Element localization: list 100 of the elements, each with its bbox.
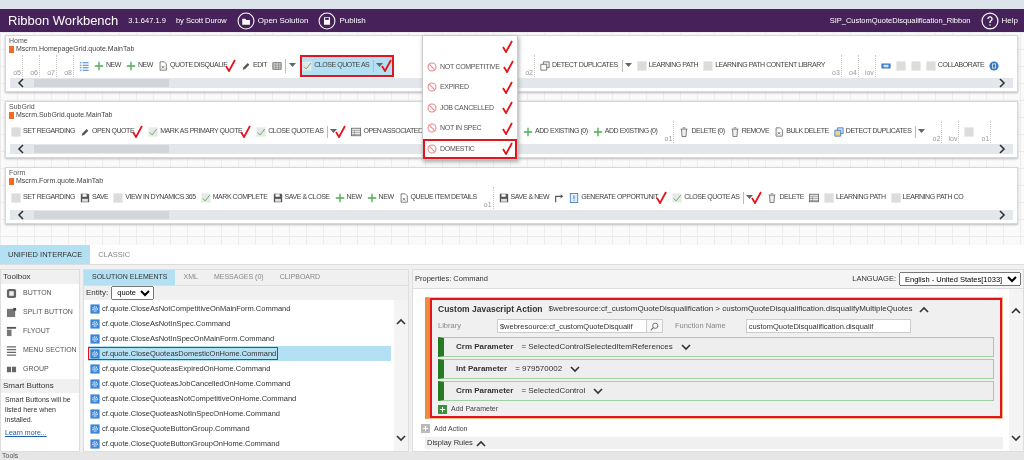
flyout-shape-icon [6, 326, 17, 337]
scroll-left-icon[interactable] [16, 78, 26, 88]
lines-icon [6, 345, 17, 356]
document-icon [157, 60, 168, 71]
checkmark-icon [148, 126, 159, 137]
caret-down-icon [289, 63, 297, 68]
chevron-down-icon[interactable] [593, 386, 604, 396]
action-summary: $webresource:cf_customQuoteDisqualification > customQuoteDisqualification.disqualifyMultipleQuotes [548, 303, 913, 315]
plus-icon [523, 126, 533, 137]
scroll-up-icon[interactable] [1011, 305, 1021, 315]
prohibited-icon [427, 82, 437, 93]
floppy-icon [80, 192, 90, 203]
scroll-left-icon[interactable] [16, 144, 26, 154]
document-icon [774, 126, 785, 137]
toolbar-button[interactable]: Publish [318, 11, 366, 30]
corner-arrow-icon [554, 192, 565, 203]
square-icon [11, 192, 21, 203]
help-icon [980, 11, 999, 30]
search-icon [649, 321, 659, 331]
button-shape-icon [6, 288, 17, 299]
pencil-icon [241, 60, 251, 71]
plus-square-icon [421, 424, 430, 434]
plus-icon [334, 192, 345, 203]
gear-icon [90, 408, 100, 419]
scroll-right-icon[interactable] [997, 144, 1007, 154]
square-icon [824, 192, 834, 203]
scroll-thumb[interactable] [34, 211, 169, 219]
trash-icon [729, 126, 740, 137]
scroll-right-icon[interactable] [997, 210, 1007, 220]
parameter-value: = SelectedControl [521, 385, 586, 397]
scroll-thumb[interactable] [34, 79, 169, 87]
split-button-shape-icon [6, 307, 17, 318]
gear-icon [90, 438, 100, 449]
parameter-type: Crm Parameter [456, 385, 514, 397]
plus-square-icon [438, 404, 447, 414]
plus-icon [126, 60, 136, 71]
checkmark-icon [672, 192, 683, 203]
scroll-up-icon[interactable] [396, 316, 406, 326]
square-icon [636, 60, 647, 71]
folder-icon [236, 11, 255, 30]
parameter-value: = 979570002 [515, 363, 563, 375]
trash-icon [767, 192, 778, 203]
app-title: Ribbon Workbench [8, 14, 119, 27]
prohibited-icon [427, 61, 437, 72]
prohibited-icon [427, 143, 437, 154]
chevron-down-icon[interactable] [680, 342, 691, 352]
gear-icon [90, 348, 100, 359]
circle-icon [989, 60, 1000, 71]
tab-color-icon [9, 45, 14, 53]
check-annotation-icon [502, 142, 513, 156]
gear-icon [90, 378, 100, 389]
panel-title: Toolbox [1, 270, 79, 284]
grid-icon [272, 60, 283, 71]
action-title: Custom Javascript Action [438, 302, 543, 316]
floppy-icon [498, 192, 509, 203]
gear-icon [90, 423, 100, 434]
table-icon [809, 192, 819, 203]
gear-icon [90, 318, 100, 329]
square-icon [703, 60, 714, 71]
parameter-type: Crm Parameter [456, 341, 514, 353]
check-annotation-icon [335, 125, 347, 138]
chevron-down-icon[interactable] [570, 364, 581, 374]
check-annotation-icon [502, 121, 513, 135]
scroll-down-icon[interactable] [1011, 433, 1021, 443]
gear-icon [90, 333, 100, 344]
pencil-icon [80, 126, 90, 137]
plus-icon [366, 192, 377, 203]
copy-icon [833, 126, 844, 137]
scroll-bar[interactable] [10, 78, 1013, 88]
scroll-right-icon[interactable] [997, 78, 1007, 88]
alert-icon [569, 192, 580, 203]
square-icon [113, 192, 124, 203]
square-icon [11, 126, 21, 137]
check-annotation-icon [225, 59, 236, 72]
scroll-thumb[interactable] [34, 145, 169, 153]
checkmark-icon [200, 192, 211, 203]
square-icon [910, 60, 921, 71]
checkmark-icon [256, 126, 267, 137]
trash-icon [679, 126, 690, 137]
tab-color-icon [9, 111, 14, 119]
entity-label: Entity: [86, 287, 109, 299]
gear-icon [90, 363, 100, 374]
toolbar-button[interactable]: Open Solution [236, 11, 309, 30]
table-icon [351, 126, 362, 137]
check-annotation-icon [502, 80, 513, 94]
scroll-bar[interactable] [10, 210, 1013, 220]
checkmark-icon [302, 60, 313, 71]
prohibited-icon [427, 123, 437, 134]
help-button[interactable]: Help [980, 11, 1018, 30]
scroll-bar[interactable] [10, 144, 1013, 154]
scroll-down-icon[interactable] [396, 433, 406, 443]
gear-icon [90, 303, 100, 314]
gear-icon [90, 393, 100, 404]
chevron-up-icon[interactable] [918, 304, 929, 314]
check-annotation-icon [381, 59, 393, 72]
parameter-type: Int Parameter [456, 363, 508, 375]
plus-icon [592, 126, 603, 137]
square-icon [925, 60, 936, 71]
copy-icon [540, 60, 550, 71]
scroll-left-icon[interactable] [16, 210, 26, 220]
